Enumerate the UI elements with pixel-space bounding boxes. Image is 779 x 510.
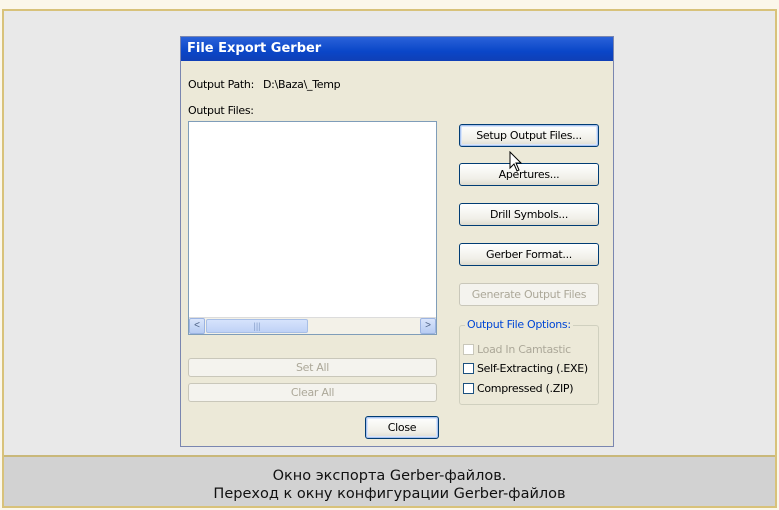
generate-output-files-button[interactable]: Generate Output Files: [459, 283, 599, 306]
scroll-right-button[interactable]: >: [420, 318, 436, 334]
caption-line-2: Переход к окну конфигурации Gerber-файло…: [213, 486, 566, 502]
output-path-value: D:\Baza\_Temp: [263, 78, 341, 91]
load-in-camtastic-label: Load In Camtastic: [477, 343, 571, 356]
compressed-checkbox[interactable]: Compressed (.ZIP): [463, 382, 574, 396]
apertures-button[interactable]: Apertures...: [459, 163, 599, 186]
illustration-frame: File Export Gerber Output Path: D:\Baza\…: [2, 9, 777, 508]
output-path-label: Output Path:: [188, 78, 254, 91]
set-all-button[interactable]: Set All: [188, 358, 437, 377]
checkbox-box[interactable]: [463, 383, 474, 394]
setup-output-files-button[interactable]: Setup Output Files...: [459, 124, 599, 147]
self-extracting-checkbox[interactable]: Self-Extracting (.EXE): [463, 362, 588, 376]
scroll-left-button[interactable]: <: [189, 318, 205, 334]
compressed-label: Compressed (.ZIP): [477, 382, 574, 395]
dialog-title: File Export Gerber: [181, 37, 613, 61]
load-in-camtastic-checkbox[interactable]: Load In Camtastic: [463, 343, 571, 357]
gerber-format-button[interactable]: Gerber Format...: [459, 243, 599, 266]
clear-all-button[interactable]: Clear All: [188, 383, 437, 402]
horizontal-scrollbar[interactable]: < ||| >: [189, 317, 436, 334]
caption-line-1: Окно экспорта Gerber-файлов.: [272, 468, 507, 484]
scroll-thumb[interactable]: |||: [206, 319, 308, 333]
output-file-options-title: Output File Options:: [465, 318, 573, 331]
output-files-list[interactable]: < ||| >: [188, 121, 437, 335]
file-export-gerber-dialog: File Export Gerber Output Path: D:\Baza\…: [180, 36, 614, 447]
output-files-label: Output Files:: [188, 104, 254, 117]
mouse-cursor-icon: [509, 151, 523, 172]
checkbox-box[interactable]: [463, 363, 474, 374]
self-extracting-label: Self-Extracting (.EXE): [477, 362, 588, 375]
drill-symbols-button[interactable]: Drill Symbols...: [459, 203, 599, 226]
caption: Окно экспорта Gerber-файлов. Переход к о…: [4, 455, 775, 506]
close-button[interactable]: Close: [365, 416, 439, 439]
checkbox-box[interactable]: [463, 344, 474, 355]
